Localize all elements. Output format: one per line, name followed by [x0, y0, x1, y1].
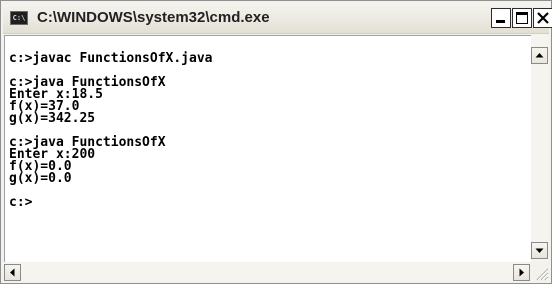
resize-grip-icon[interactable] — [532, 264, 549, 281]
scroll-down-button[interactable] — [531, 242, 548, 259]
close-icon — [537, 12, 549, 24]
cmd-window: C:\ C:\WINDOWS\system32\cmd.exe c:>javac… — [0, 0, 552, 284]
horizontal-scrollbar[interactable] — [4, 263, 530, 281]
window-title: C:\WINDOWS\system32\cmd.exe — [37, 9, 270, 26]
scroll-left-button[interactable] — [4, 264, 21, 281]
minimize-button[interactable] — [491, 8, 511, 28]
scroll-up-button[interactable] — [531, 47, 548, 64]
maximize-button[interactable] — [512, 8, 532, 28]
scroll-right-button[interactable] — [513, 264, 530, 281]
vertical-scrollbar[interactable] — [531, 35, 549, 261]
close-button[interactable] — [533, 8, 552, 28]
arrow-down-icon — [535, 248, 544, 253]
arrow-left-icon — [10, 268, 15, 277]
arrow-right-icon — [519, 268, 524, 277]
console-output-area[interactable]: c:>javac FunctionsOfX.java c:>java Funct… — [4, 35, 531, 262]
command-prompt-icon[interactable]: C:\ — [10, 11, 28, 25]
console-text: c:>javac FunctionsOfX.java c:>java Funct… — [9, 51, 213, 210]
title-bar[interactable]: C:\ C:\WINDOWS\system32\cmd.exe — [3, 3, 552, 34]
arrow-up-icon — [535, 53, 544, 58]
